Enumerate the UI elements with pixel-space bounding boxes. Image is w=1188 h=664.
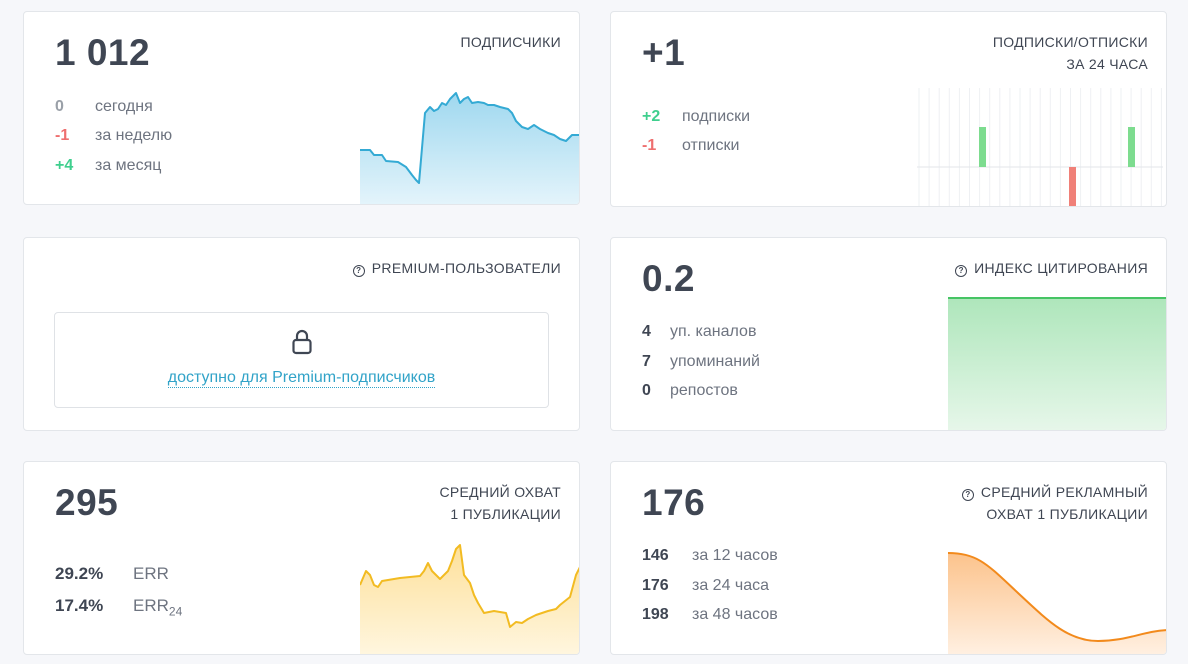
ad-reach-title: ? СРЕДНИЙ РЕКЛАМНЫЙ ОХВАТ 1 ПУБЛИКАЦИИ [961,481,1148,525]
citation-index-card[interactable]: 0.2 ? ИНДЕКС ЦИТИРОВАНИЯ 4 уп. каналов 7 уп… [610,237,1167,431]
subscribers-title: ПОДПИСЧИКИ [460,34,561,50]
stat-subscribed: +2 подписки [642,108,751,125]
premium-link[interactable]: доступно для Premium-подписчиков [55,369,548,388]
ad-reach-area [948,553,1166,654]
stat-err: 29.2% ERR [55,564,169,583]
stat-err24: 17.4% ERR24 [55,596,183,619]
premium-locked-box: доступно для Premium-подписчиков [54,312,549,408]
reach-sparkline[interactable] [360,535,580,655]
citation-area-chart[interactable] [948,297,1167,431]
stat-week: -1 за неделю [55,127,173,144]
citation-area [948,298,1166,430]
stat-channels: 4 уп. каналов [642,323,757,340]
lock-icon [292,329,312,355]
subs-unsubs-title: ПОДПИСКИ/ОТПИСКИ ЗА 24 ЧАСА [992,34,1148,72]
average-ad-reach-value: 176 [642,482,706,523]
subs-unsubs-net: +1 [642,32,686,73]
stat-mentions: 7 упоминаний [642,353,760,370]
reach-title: СРЕДНИЙ ОХВАТ 1 ПУБЛИКАЦИИ [439,484,561,522]
help-icon[interactable]: ? [955,265,968,277]
stat-today: 0 сегодня [55,98,153,115]
ad-reach-curve[interactable] [948,545,1167,655]
subscribers-sparkline[interactable] [360,85,580,205]
subscribers-area [360,93,579,204]
stat-24h: 176 за 24 часа [642,577,770,594]
premium-users-card: ? PREMIUM-ПОЛЬЗОВАТЕЛИ доступно для Premi… [23,237,580,431]
stat-12h: 146 за 12 часов [642,547,778,564]
reach-area [360,545,579,654]
stat-month: +4 за месяц [55,157,162,174]
stat-48h: 198 за 48 часов [642,606,778,623]
stat-unsubscribed: -1 отписки [642,137,740,154]
help-icon[interactable]: ? [352,265,365,277]
subscribers-count: 1 012 [55,32,151,73]
premium-title: ? PREMIUM-ПОЛЬЗОВАТЕЛИ [352,257,561,279]
average-reach-value: 295 [55,482,119,523]
subs-unsubs-card[interactable]: +1 ПОДПИСКИ/ОТПИСКИ ЗА 24 ЧАСА +2 подписк… [610,11,1167,207]
average-ad-reach-card[interactable]: 176 ? СРЕДНИЙ РЕКЛАМНЫЙ ОХВАТ 1 ПУБЛИКАЦИ… [610,461,1167,655]
bar-subscribe-2 [1128,127,1135,167]
help-icon[interactable]: ? [961,489,974,501]
subs-unsubs-bars[interactable] [917,88,1163,207]
citation-title: ? ИНДЕКС ЦИТИРОВАНИЯ [955,257,1148,279]
stat-reposts: 0 репостов [642,382,738,399]
bar-subscribe-1 [979,127,986,167]
average-reach-card[interactable]: 295 СРЕДНИЙ ОХВАТ 1 ПУБЛИКАЦИИ 29.2% ERR … [23,461,580,655]
citation-index-value: 0.2 [642,258,695,299]
subscribers-card[interactable]: 1 012 ПОДПИСЧИКИ 0 сегодня -1 за неделю +4… [23,11,580,205]
bar-unsubscribe-1 [1069,167,1076,206]
